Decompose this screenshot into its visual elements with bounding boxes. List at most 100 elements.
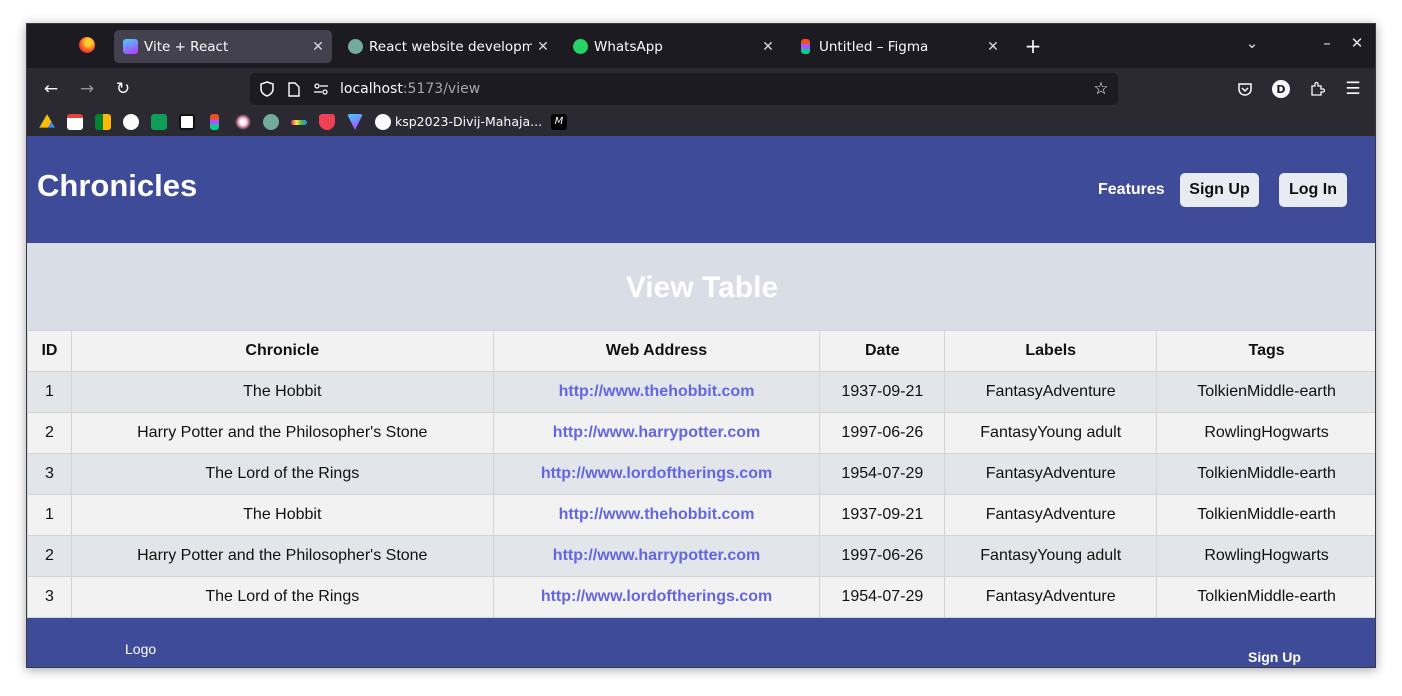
cell-chronicle: The Lord of the Rings <box>70 576 494 618</box>
back-icon[interactable]: ← <box>37 76 65 102</box>
github-icon[interactable] <box>375 114 391 130</box>
cell-tags: TolkienMiddle-earth <box>1156 453 1375 495</box>
cell-labels: FantasyAdventure <box>944 453 1158 495</box>
cell-id: 2 <box>27 412 72 454</box>
page-title: View Table <box>625 271 779 304</box>
url-bar[interactable]: localhost:5173/view ☆ <box>250 73 1118 105</box>
github-icon[interactable] <box>123 114 139 130</box>
close-icon[interactable]: ✕ <box>982 39 1004 55</box>
cell-id: 3 <box>27 453 72 495</box>
close-window-icon[interactable]: ✕ <box>1345 34 1369 52</box>
browser-window: Vite + React ✕ React website development… <box>26 23 1376 668</box>
cell-chronicle: The Hobbit <box>70 494 494 536</box>
url-path: :5173/view <box>402 81 481 97</box>
cell-date: 1937-09-21 <box>819 371 946 413</box>
bookmark-star-icon[interactable]: ☆ <box>1092 79 1110 99</box>
column-header-tags: Tags <box>1156 330 1375 372</box>
signup-button[interactable]: Sign Up <box>1180 173 1259 207</box>
tab-react-website[interactable]: React website development ✕ <box>339 30 557 63</box>
cell-date: 1937-09-21 <box>819 494 946 536</box>
tab-whatsapp[interactable]: WhatsApp ✕ <box>564 30 782 63</box>
close-icon[interactable]: ✕ <box>532 39 554 55</box>
cell-web-address: http://www.lordoftherings.com <box>492 576 821 618</box>
figma-icon <box>801 39 810 54</box>
new-tab-icon[interactable]: + <box>1021 34 1045 58</box>
web-address-link[interactable]: http://www.lordoftherings.com <box>541 588 772 605</box>
web-address-link[interactable]: http://www.thehobbit.com <box>559 383 755 400</box>
footer-logo[interactable]: Logo <box>125 641 156 657</box>
menu-icon[interactable]: ☰ <box>1339 76 1367 102</box>
tab-vite-react[interactable]: Vite + React ✕ <box>114 30 332 63</box>
notion-icon[interactable] <box>179 114 195 130</box>
page-icon[interactable] <box>285 80 303 98</box>
cell-labels: FantasyYoung adult <box>944 535 1158 577</box>
brand-title[interactable]: Chronicles <box>37 168 197 204</box>
web-address-link[interactable]: http://www.harrypotter.com <box>553 547 760 564</box>
forward-icon[interactable]: → <box>73 76 101 102</box>
cell-labels: FantasyAdventure <box>944 371 1158 413</box>
permissions-icon[interactable] <box>312 80 330 98</box>
cell-tags: TolkienMiddle-earth <box>1156 576 1375 618</box>
sheets-icon[interactable] <box>151 114 167 130</box>
cell-web-address: http://www.thehobbit.com <box>492 494 821 536</box>
tab-title: Vite + React <box>144 38 229 55</box>
extensions-icon[interactable] <box>1303 76 1331 102</box>
chronicles-table: ID Chronicle Web Address Date Labels Tag… <box>27 330 1375 618</box>
cell-chronicle: Harry Potter and the Philosopher's Stone <box>70 412 494 454</box>
cell-labels: FantasyYoung adult <box>944 412 1158 454</box>
cell-tags: RowlingHogwarts <box>1156 412 1375 454</box>
url-text[interactable]: localhost:5173/view <box>340 81 480 97</box>
footer-signup-link[interactable]: Sign Up <box>1248 649 1301 665</box>
web-address-link[interactable]: http://www.harrypotter.com <box>553 424 760 441</box>
close-icon[interactable]: ✕ <box>307 39 329 55</box>
cell-chronicle: The Hobbit <box>70 371 494 413</box>
column-header-date: Date <box>819 330 946 372</box>
table-row: 3 The Lord of the Rings http://www.lordo… <box>27 576 1375 618</box>
profile-initial: D <box>1272 80 1290 98</box>
color-bar-icon[interactable] <box>291 120 307 125</box>
m-icon[interactable]: M <box>551 114 567 130</box>
cell-tags: TolkienMiddle-earth <box>1156 494 1375 536</box>
reload-icon[interactable]: ↻ <box>109 76 137 102</box>
table-row: 3 The Lord of the Rings http://www.lordo… <box>27 453 1375 495</box>
google-drive-icon[interactable] <box>39 114 55 128</box>
tab-title: React website development <box>369 38 532 55</box>
pocket-icon[interactable] <box>1231 76 1259 102</box>
table-row: 2 Harry Potter and the Philosopher's Sto… <box>27 412 1375 454</box>
web-page: Chronicles Features Sign Up Log In View … <box>27 136 1375 667</box>
close-icon[interactable]: ✕ <box>757 39 779 55</box>
gmail-icon[interactable] <box>67 114 83 130</box>
google-meet-icon[interactable] <box>95 114 111 130</box>
table-row: 1 The Hobbit http://www.thehobbit.com 19… <box>27 494 1375 536</box>
features-link[interactable]: Features <box>1098 181 1165 199</box>
login-button[interactable]: Log In <box>1279 173 1347 207</box>
cell-id: 1 <box>27 371 72 413</box>
sparkle-icon[interactable] <box>235 114 251 130</box>
shield-icon[interactable] <box>258 80 276 98</box>
account-avatar[interactable]: D <box>1267 76 1295 102</box>
vite-icon[interactable] <box>347 114 363 130</box>
cell-chronicle: The Lord of the Rings <box>70 453 494 495</box>
table-row: 2 Harry Potter and the Philosopher's Sto… <box>27 535 1375 577</box>
chatgpt-icon[interactable] <box>263 114 279 130</box>
list-tabs-icon[interactable]: ⌄ <box>1240 34 1264 52</box>
pocket-icon[interactable] <box>319 114 335 130</box>
firefox-icon[interactable] <box>79 37 95 53</box>
bookmark-ksp2023[interactable]: ksp2023-Divij-Mahaja... <box>395 114 542 129</box>
cell-web-address: http://www.harrypotter.com <box>492 535 821 577</box>
tab-figma[interactable]: Untitled – Figma ✕ <box>789 30 1007 63</box>
web-address-link[interactable]: http://www.lordoftherings.com <box>541 465 772 482</box>
navigation-bar: ← → ↻ localhost:5173/view ☆ D ☰ <box>27 68 1375 110</box>
column-header-id: ID <box>27 330 72 372</box>
figma-icon[interactable] <box>210 114 219 130</box>
bookmarks-bar: ksp2023-Divij-Mahaja... M <box>27 110 1375 136</box>
minimize-icon[interactable]: – <box>1315 34 1339 52</box>
cell-web-address: http://www.thehobbit.com <box>492 371 821 413</box>
column-header-web-address: Web Address <box>492 330 821 372</box>
site-footer: Logo Sign Up <box>27 618 1375 667</box>
cell-date: 1997-06-26 <box>819 535 946 577</box>
cell-id: 1 <box>27 494 72 536</box>
column-header-chronicle: Chronicle <box>70 330 494 372</box>
tab-strip: Vite + React ✕ React website development… <box>27 24 1375 68</box>
web-address-link[interactable]: http://www.thehobbit.com <box>559 506 755 523</box>
